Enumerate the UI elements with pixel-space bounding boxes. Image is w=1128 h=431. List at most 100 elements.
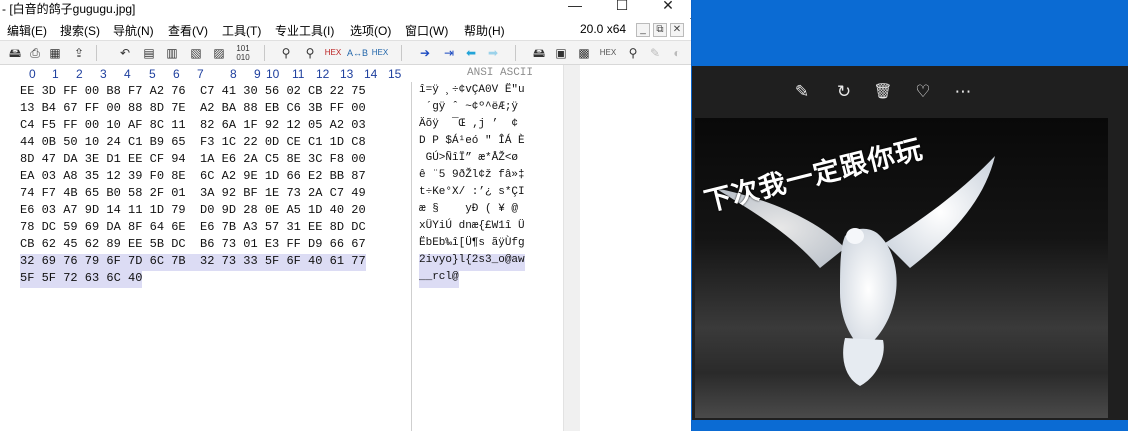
mdi-restore-button[interactable]: ⧉ xyxy=(653,23,667,37)
column-offset: 13 xyxy=(340,67,354,81)
favorite-icon[interactable]: ♡ xyxy=(911,80,935,104)
hex-row[interactable]: CB 62 45 62 89 EE 5B DC B6 73 01 E3 FF D… xyxy=(20,237,366,254)
hex-row[interactable]: C4 F5 FF 00 10 AF 8C 11 82 6A 1F 92 12 0… xyxy=(20,118,366,135)
rotate-icon[interactable]: ↻ xyxy=(832,80,856,104)
menu-help[interactable]: 帮助(H) xyxy=(464,22,505,39)
menu-options[interactable]: 选项(O) xyxy=(350,22,391,39)
ansi-row[interactable]: æ § yÐ ( ¥ @ xyxy=(419,203,525,220)
help-icon[interactable]: ◐ xyxy=(668,44,686,62)
column-offset: 8 xyxy=(230,67,237,81)
ansi-row-selected[interactable]: __rcl@ xyxy=(419,271,459,288)
open-disk-editor-icon[interactable]: 🖴 xyxy=(530,44,548,62)
column-header: 0 1 2 3 4 5 6 7 8 9 10 11 12 13 14 15 AN… xyxy=(0,65,580,82)
replace-hex-icon[interactable]: HEX xyxy=(371,44,389,62)
column-offset: 5 xyxy=(149,67,156,81)
tools-icon[interactable]: ✎ xyxy=(646,44,664,62)
photo-toolbar: ✎ ↻ 🗑 ♡ ⋯ xyxy=(692,66,1128,118)
column-offset: 15 xyxy=(388,67,402,81)
paste-special-icon[interactable]: ▨ xyxy=(210,44,228,62)
hex-row[interactable]: EA 03 A8 35 12 39 F0 8E 6C A2 9E 1D 66 E… xyxy=(20,169,366,186)
hex-row[interactable]: 74 F7 4B 65 B0 58 2F 01 3A 92 BF 1E 73 2… xyxy=(20,186,366,203)
edit-icon[interactable]: ✎ xyxy=(790,80,814,104)
hex-row[interactable]: 78 DC 59 69 DA 8F 64 6E E6 7B A3 57 31 E… xyxy=(20,220,366,237)
menu-navigate[interactable]: 导航(N) xyxy=(113,22,154,39)
more-icon[interactable]: ⋯ xyxy=(951,80,975,104)
hex-row[interactable]: 44 0B 50 10 24 C1 B9 65 F3 1C 22 0D CE C… xyxy=(20,135,366,152)
ansi-row[interactable]: Äõÿ ¯Œ ‚j ’ ¢ xyxy=(419,118,518,135)
copy-icon[interactable]: ▥ xyxy=(163,44,181,62)
desktop-background xyxy=(692,0,1128,66)
toolbar-separator xyxy=(401,45,402,61)
ansi-row[interactable]: t÷Ke°X/ :’¿ s*ÇI xyxy=(419,186,525,203)
column-offset: 2 xyxy=(76,67,83,81)
calculator-icon[interactable]: ▩ xyxy=(575,44,593,62)
close-button[interactable]: ✕ xyxy=(648,0,688,14)
column-offset: 1 xyxy=(52,67,59,81)
find-icon[interactable]: ⚲ xyxy=(277,44,295,62)
binary-icon[interactable]: 101 010 xyxy=(234,44,252,62)
column-offset: 3 xyxy=(100,67,107,81)
toolbar-separator xyxy=(264,45,265,61)
toolbar-separator xyxy=(96,45,97,61)
undo-icon[interactable]: ↶ xyxy=(116,44,134,62)
ansi-row[interactable]: ê ¨5 9ðŽl¢ž fâ»‡ xyxy=(419,169,525,186)
mdi-close-button[interactable]: ✕ xyxy=(670,23,684,37)
maximize-button[interactable]: ☐ xyxy=(602,0,642,14)
menu-view[interactable]: 查看(V) xyxy=(168,22,208,39)
replace-icon[interactable]: A↔B xyxy=(347,44,368,62)
delete-icon[interactable]: 🗑 xyxy=(871,80,895,104)
ansi-row[interactable]: GÚ>ÑîÏ” æ*ÅŽ<ø xyxy=(419,152,518,169)
hex-editor-window: - [白音的鸽子gugugu.jpg] — ☐ ✕ 编辑(E) 搜索(S) 导航… xyxy=(0,0,691,431)
ansi-row[interactable]: D P $Á¹eó " ÎÁ È xyxy=(419,135,525,152)
minimize-button[interactable]: — xyxy=(555,0,595,14)
hex-data-pane[interactable]: EE 3D FF 00 B8 F7 A2 76 C7 41 30 56 02 C… xyxy=(0,82,412,431)
column-offset: 4 xyxy=(124,67,131,81)
open-disk-icon[interactable]: 🖴 xyxy=(6,44,24,62)
menu-tools[interactable]: 工具(T) xyxy=(222,22,261,39)
hex-row[interactable]: E6 03 A7 9D 14 11 1D 79 D0 9D 28 0E A5 1… xyxy=(20,203,366,220)
hex-converter-icon[interactable]: HEX xyxy=(599,44,617,62)
goto-sector-icon[interactable]: ⇥ xyxy=(440,44,458,62)
hex-row[interactable]: EE 3D FF 00 B8 F7 A2 76 C7 41 30 56 02 C… xyxy=(20,84,366,101)
zoom-indicator: 20.0 x64 xyxy=(580,22,627,36)
menu-search[interactable]: 搜索(S) xyxy=(60,22,100,39)
info-pane xyxy=(580,65,691,431)
hex-row[interactable]: 8D 47 DA 3E D1 EE CF 94 1A E6 2A C5 8E 3… xyxy=(20,152,366,169)
menu-pro-tools[interactable]: 专业工具(I) xyxy=(275,22,334,39)
open-ram-icon[interactable]: ▣ xyxy=(552,44,570,62)
ansi-text-pane[interactable]: î=ÿ ¸÷¢vÇA0V Ë"u ´gÿ ˆ ~¢º^ëÆ;ÿ Äõÿ ¯Œ ‚… xyxy=(413,82,563,431)
ansi-row[interactable]: xÜYiÚ dnæ{£W1î Ü xyxy=(419,220,525,237)
menu-bar: 编辑(E) 搜索(S) 导航(N) 查看(V) 工具(T) 专业工具(I) 选项… xyxy=(0,19,691,40)
hex-row[interactable]: 13 B4 67 FF 00 88 8D 7E A2 BA 88 EB C6 3… xyxy=(20,101,366,118)
properties-icon[interactable]: ▦ xyxy=(46,44,64,62)
export-icon[interactable]: ⇪ xyxy=(70,44,88,62)
column-offset: 14 xyxy=(364,67,378,81)
title-bar: - [白音的鸽子gugugu.jpg] — ☐ ✕ xyxy=(0,0,691,18)
desktop-background xyxy=(692,420,1128,431)
menu-edit[interactable]: 编辑(E) xyxy=(7,22,47,39)
find-next-icon[interactable]: ⚲ xyxy=(301,44,319,62)
menu-window[interactable]: 窗口(W) xyxy=(405,22,448,39)
paste-icon[interactable]: ▧ xyxy=(187,44,205,62)
column-offset: 0 xyxy=(29,67,36,81)
column-offset: 10 xyxy=(266,67,280,81)
hex-row-selected[interactable]: 32 69 76 79 6F 7D 6C 7B 32 73 33 5F 6F 4… xyxy=(20,254,366,271)
ansi-row[interactable]: ´gÿ ˆ ~¢º^ëÆ;ÿ xyxy=(419,101,518,118)
column-offset: 7 xyxy=(197,67,204,81)
ansi-row[interactable]: î=ÿ ¸÷¢vÇA0V Ë"u xyxy=(419,84,525,101)
find-hex-icon[interactable]: HEX xyxy=(324,44,342,62)
cut-icon[interactable]: ▤ xyxy=(140,44,158,62)
goto-offset-icon[interactable]: ➔ xyxy=(416,44,434,62)
print-icon[interactable]: ⎙ xyxy=(26,44,44,62)
toolbar: 🖴 ⎙ ▦ ⇪ ↶ ▤ ▥ ▧ ▨ 101 010 ⚲ ⚲ HEX A↔B HEX… xyxy=(0,40,691,65)
vertical-scrollbar[interactable] xyxy=(563,65,580,431)
window-title: - [白音的鸽子gugugu.jpg] xyxy=(2,2,136,16)
mdi-minimize-button[interactable]: _ xyxy=(636,23,650,37)
ansi-row[interactable]: ËbEb‰î[Ü¶s ãÿÙfg xyxy=(419,237,525,254)
ansi-row-selected[interactable]: 2ivyo}l{2s3_o@aw xyxy=(419,254,525,271)
back-arrow-icon[interactable]: ⬅ xyxy=(462,44,480,62)
column-offset: 6 xyxy=(173,67,180,81)
hex-row-selected[interactable]: 5F 5F 72 63 6C 40 xyxy=(20,271,143,288)
forward-arrow-icon[interactable]: ➡ xyxy=(484,44,502,62)
search-icon[interactable]: ⚲ xyxy=(624,44,642,62)
